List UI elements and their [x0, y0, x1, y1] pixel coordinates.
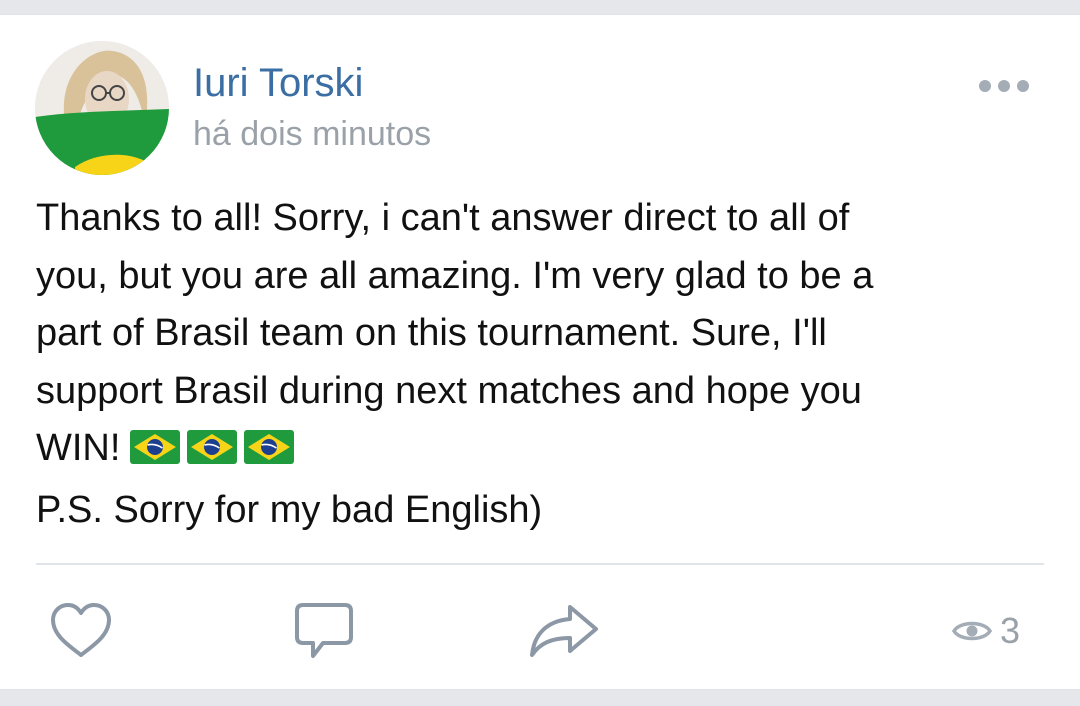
post-text-line-win: WIN! — [36, 420, 1041, 482]
post-text-line: Thanks to all! Sorry, i can't answer dir… — [36, 197, 850, 239]
author-avatar[interactable] — [35, 41, 169, 175]
post-text-line: part of Brasil team on this tournament. … — [36, 312, 827, 354]
post-card: Iuri Torski há dois minutos Thanks to al… — [0, 14, 1080, 690]
post-text-line: WIN! — [36, 427, 121, 469]
post-text-line: support Brasil during next matches and h… — [36, 369, 862, 412]
avatar-image — [35, 41, 169, 175]
like-heart-icon[interactable] — [48, 601, 114, 661]
brazil-flag-icon — [244, 430, 295, 464]
share-arrow-icon[interactable] — [528, 601, 600, 661]
author-name[interactable]: Iuri Torski — [193, 59, 363, 107]
view-counter: 3 — [952, 607, 1020, 655]
post-text: Thanks to all! Sorry, i can't answer dir… — [36, 190, 1041, 539]
view-count: 3 — [1000, 610, 1021, 651]
brazil-flag-emojis — [130, 424, 301, 482]
actions-divider — [36, 563, 1044, 565]
post-text-line: P.S. Sorry for my bad English) — [36, 488, 543, 531]
comment-icon[interactable] — [293, 601, 355, 661]
eye-icon — [952, 621, 992, 641]
post-text-line: you, but you are all amazing. I'm very g… — [36, 254, 874, 297]
brazil-flag-icon — [187, 430, 238, 464]
post-timestamp: há dois minutos — [193, 115, 432, 153]
brazil-flag-icon — [130, 430, 181, 464]
more-options-icon[interactable] — [978, 79, 1030, 93]
